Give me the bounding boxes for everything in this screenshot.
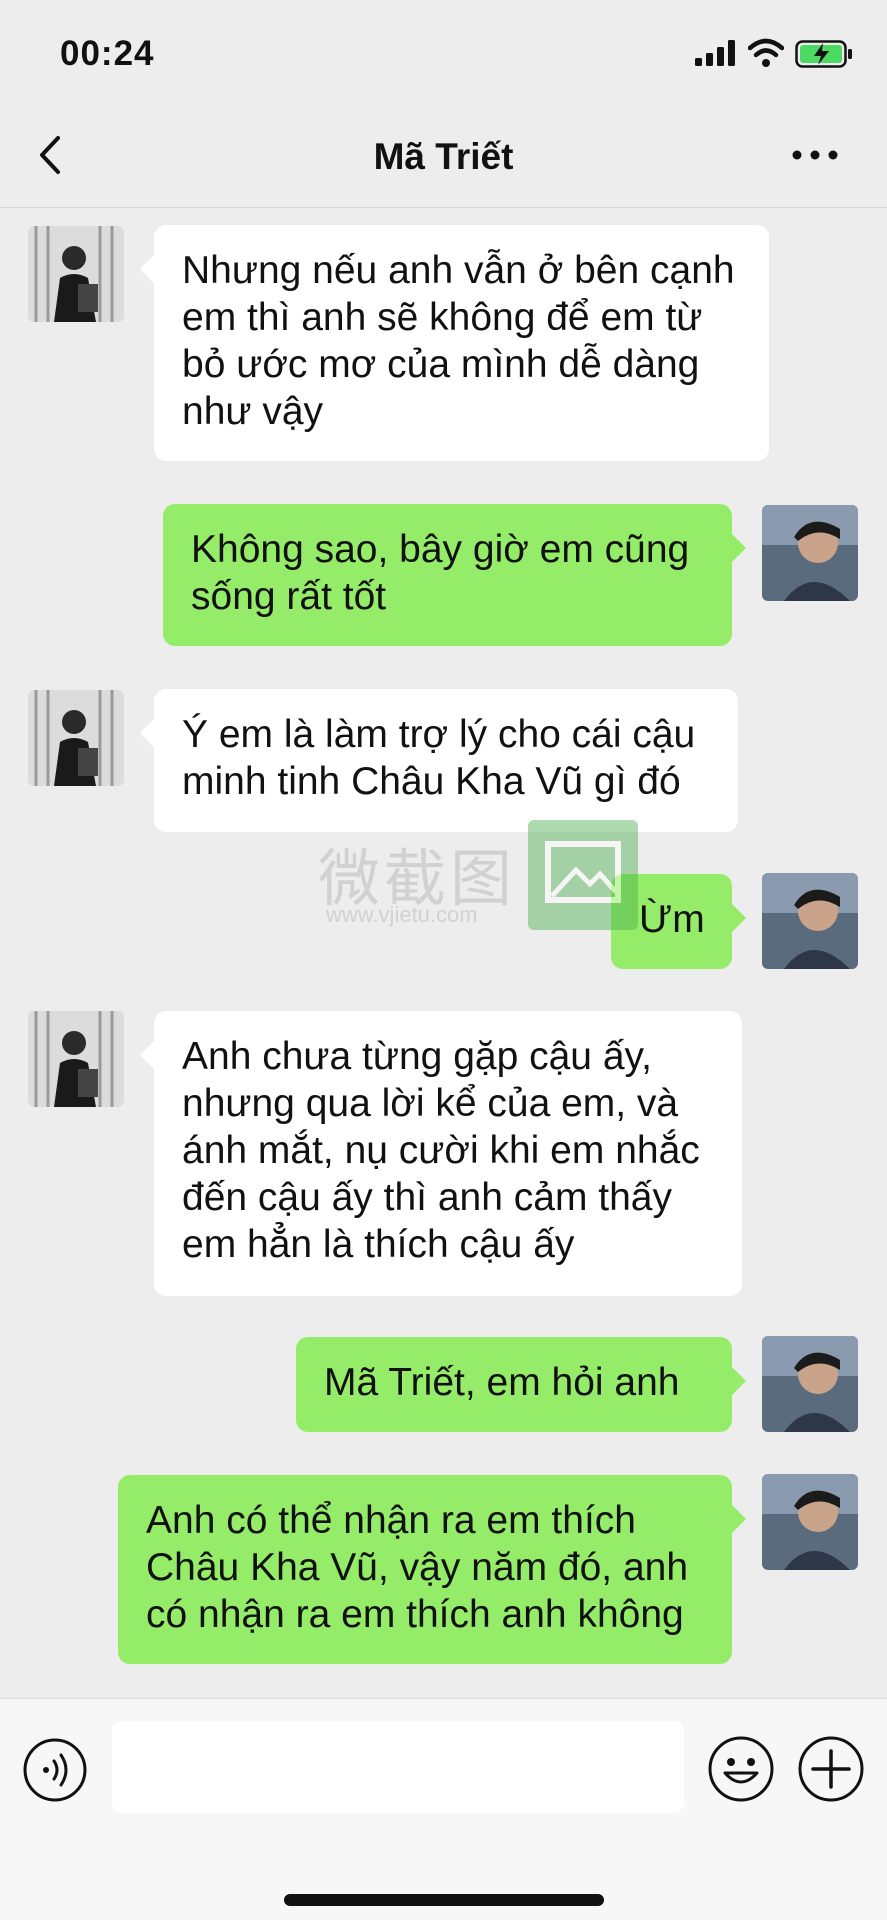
more-dots-icon[interactable] [790,140,840,170]
plus-icon[interactable] [797,1735,865,1803]
my-avatar-image [762,1336,858,1432]
chat-header: Mã Triết [0,100,887,208]
voice-icon[interactable] [22,1737,88,1803]
message-bubble-outgoing[interactable]: Không sao, bây giờ em cũng sống rất tốt [163,504,746,646]
my-avatar[interactable] [762,1474,858,1570]
message-text: Anh chưa từng gặp cậu ấy, nhưng qua lời … [182,1035,700,1266]
message-text: Ừm [639,898,705,941]
status-time: 00:24 [60,34,155,73]
home-indicator [284,1894,604,1906]
watermark-logo-icon [528,820,638,930]
message-text: Anh có thể nhận ra em thích Châu Kha Vũ,… [146,1499,689,1636]
my-avatar[interactable] [762,1336,858,1432]
my-avatar-image [762,873,858,969]
message-bubble-incoming[interactable]: Ý em là làm trợ lý cho cái cậu minh tinh… [140,689,738,832]
input-bar [0,1698,887,1920]
my-avatar-image [762,505,858,601]
contact-avatar[interactable] [28,690,124,786]
watermark-url: www.vjietu.com [326,902,478,927]
message-text: Không sao, bây giờ em cũng sống rất tốt [191,528,690,618]
message-text: Mã Triết, em hỏi anh [324,1361,680,1404]
status-bar: 00:24 [0,0,887,100]
message-list[interactable]: Nhưng nếu anh vẫn ở bên cạnh em thì anh … [0,208,887,1698]
contact-avatar[interactable] [28,226,124,322]
message-bubble-incoming[interactable]: Nhưng nếu anh vẫn ở bên cạnh em thì anh … [140,225,769,461]
battery-charging-icon [795,40,852,68]
emoji-icon[interactable] [707,1735,775,1803]
message-bubble-incoming[interactable]: Anh chưa từng gặp cậu ấy, nhưng qua lời … [140,1011,742,1296]
contact-avatar[interactable] [28,1011,124,1107]
my-avatar-image [762,1474,858,1570]
message-text: Nhưng nếu anh vẫn ở bên cạnh em thì anh … [182,249,735,433]
contact-avatar-image [28,1011,124,1107]
contact-avatar-image [28,226,124,322]
my-avatar[interactable] [762,873,858,969]
wifi-icon [748,38,784,67]
message-input[interactable] [112,1721,684,1813]
contact-avatar-image [28,690,124,786]
signal-icon [695,40,735,66]
message-text: Ý em là làm trợ lý cho cái cậu minh tinh… [182,713,696,803]
message-bubble-outgoing[interactable]: Anh có thể nhận ra em thích Châu Kha Vũ,… [118,1475,746,1664]
watermark: 微截图 www.vjietu.com [318,820,638,940]
chat-title: Mã Triết [373,136,514,177]
message-bubble-outgoing[interactable]: Mã Triết, em hỏi anh [296,1337,746,1432]
my-avatar[interactable] [762,505,858,601]
